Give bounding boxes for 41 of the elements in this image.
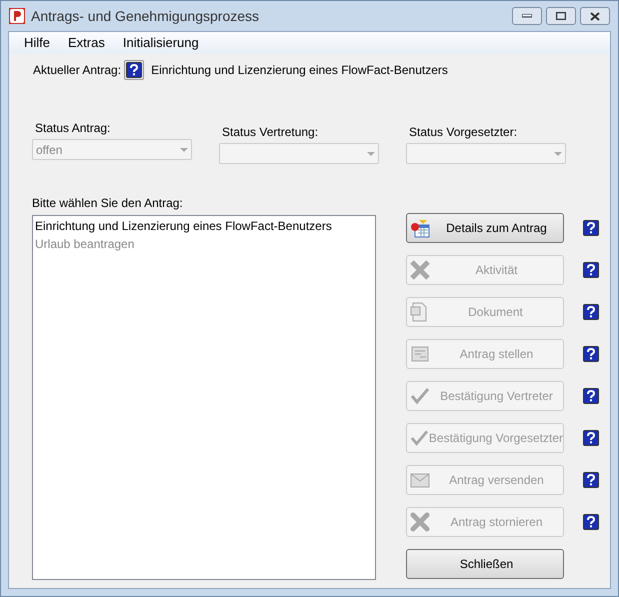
form-icon <box>410 345 430 363</box>
action-button[interactable]: Details zum Antrag <box>406 213 564 243</box>
calendar-icon <box>410 218 430 238</box>
checkmark-icon <box>410 387 430 405</box>
question-mark-icon <box>586 264 596 276</box>
cross-icon <box>410 512 430 532</box>
list-item[interactable]: Einrichtung und Lizenzierung eines FlowFact-Benutzers <box>35 217 373 235</box>
checkmark-icon <box>410 429 429 447</box>
app-logo-icon <box>9 8 25 24</box>
list-label: Bitte wählen Sie den Antrag: <box>32 195 184 212</box>
minimize-icon <box>522 14 532 18</box>
window-title: Antrags- und Genehmigungsprozess <box>31 6 260 26</box>
maximize-button[interactable] <box>546 7 576 25</box>
help-button[interactable] <box>126 62 142 78</box>
question-mark-icon <box>586 348 596 360</box>
question-mark-icon <box>129 64 140 76</box>
dropdown-caret-icon <box>180 148 188 152</box>
question-mark-icon <box>586 390 596 402</box>
question-mark-icon <box>586 516 596 528</box>
envelope-icon <box>410 471 430 489</box>
maximize-icon <box>556 12 566 20</box>
close-icon <box>590 12 600 20</box>
question-mark-icon <box>586 222 596 234</box>
document-icon <box>410 302 428 322</box>
action-button[interactable]: Schließen <box>406 549 564 579</box>
close-button[interactable] <box>580 7 610 25</box>
status-label: Status Vertretung: <box>221 124 320 141</box>
status-label: Status Antrag: <box>34 120 112 137</box>
current-request-value: Einrichtung und Lizenzierung eines FlowFact-Benutzers <box>151 62 448 79</box>
menu-item[interactable]: Extras <box>68 33 105 53</box>
menu-item[interactable]: Initialisierung <box>122 33 199 53</box>
help-button[interactable] <box>583 220 599 236</box>
dropdown-caret-icon <box>367 152 375 156</box>
question-mark-icon <box>586 432 596 444</box>
menu-item[interactable]: Hilfe <box>24 33 50 53</box>
dropdown-caret-icon <box>554 152 562 156</box>
question-mark-icon <box>586 306 596 318</box>
status-label: Status Vorgesetzter: <box>408 124 518 141</box>
minimize-button[interactable] <box>512 7 542 25</box>
question-mark-icon <box>586 474 596 486</box>
current-request-label: Aktueller Antrag: <box>33 62 122 79</box>
